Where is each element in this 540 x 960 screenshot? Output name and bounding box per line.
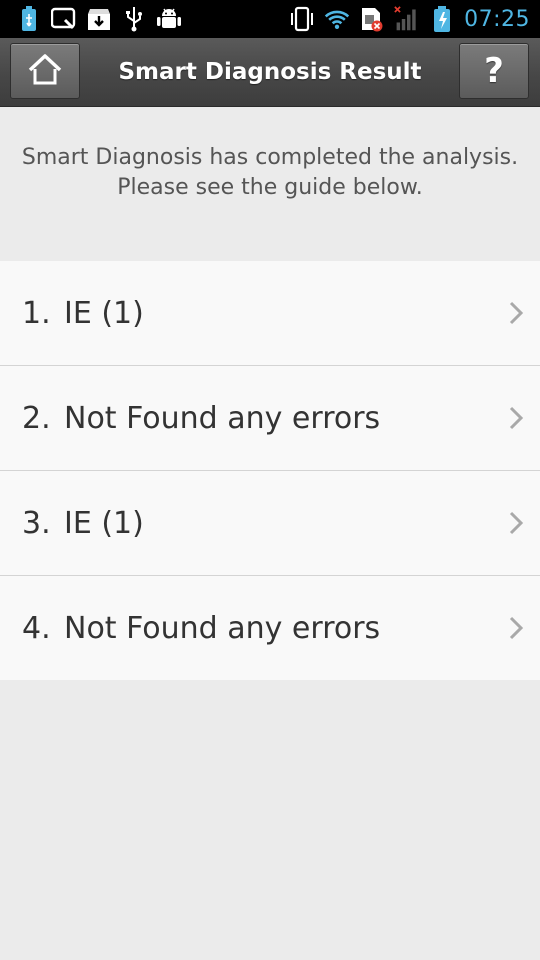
signal-icon: [394, 6, 420, 32]
download-icon: [86, 6, 112, 32]
result-label: IE (1): [64, 505, 144, 541]
vibrate-icon: [289, 6, 315, 32]
usb-icon: [121, 6, 147, 32]
chevron-right-icon: [509, 616, 524, 640]
result-label: Not Found any errors: [64, 400, 381, 436]
status-clock: 07:25: [464, 6, 530, 32]
android-debug-icon: [156, 6, 182, 32]
result-number: 3.: [22, 505, 51, 541]
result-label: IE (1): [64, 295, 144, 331]
battery-charging-icon: [429, 6, 455, 32]
result-item-3[interactable]: 3. IE (1): [0, 471, 540, 576]
result-number: 2.: [22, 400, 51, 436]
page-title: Smart Diagnosis Result: [118, 59, 422, 85]
battery-usb-icon: [16, 6, 42, 32]
title-bar: Smart Diagnosis Result ?: [0, 38, 540, 107]
chevron-right-icon: [509, 406, 524, 430]
sim-error-icon: [359, 6, 385, 32]
search-notification-icon: [51, 6, 77, 32]
chevron-right-icon: [509, 511, 524, 535]
result-number: 1.: [22, 295, 51, 331]
help-icon: ?: [484, 51, 504, 91]
status-bar-system: 07:25: [289, 6, 540, 32]
help-button[interactable]: ?: [459, 43, 529, 99]
result-item-2[interactable]: 2. Not Found any errors: [0, 366, 540, 471]
home-button[interactable]: [10, 43, 80, 99]
result-label: Not Found any errors: [64, 610, 381, 646]
result-item-4[interactable]: 4. Not Found any errors: [0, 576, 540, 680]
status-bar-notifications: [0, 6, 182, 32]
result-list: 1. IE (1) 2. Not Found any errors 3. IE …: [0, 261, 540, 680]
result-number: 4.: [22, 610, 51, 646]
chevron-right-icon: [509, 301, 524, 325]
diagnosis-message: Smart Diagnosis has completed the analys…: [21, 145, 519, 200]
home-icon: [27, 53, 63, 89]
wifi-icon: [324, 6, 350, 32]
result-item-1[interactable]: 1. IE (1): [0, 261, 540, 366]
status-bar: 07:25: [0, 0, 540, 38]
